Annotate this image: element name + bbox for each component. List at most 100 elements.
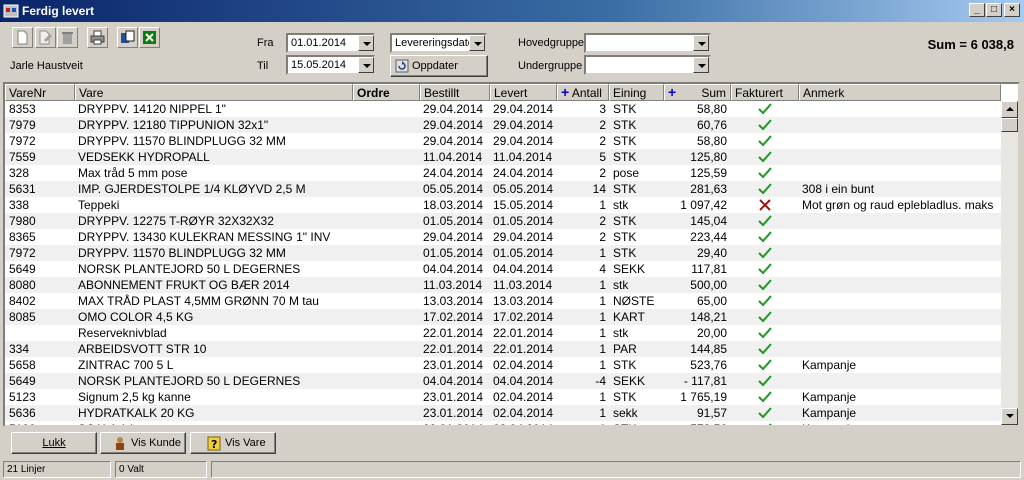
new-document-button[interactable]	[12, 27, 33, 48]
cell-ant: 1	[599, 278, 606, 292]
cell-lev: 29.04.2014	[493, 230, 554, 244]
til-dropdown-button[interactable]	[358, 57, 374, 73]
col-ordre[interactable]: Ordre	[353, 84, 420, 101]
close-button[interactable]: ×	[1004, 3, 1020, 17]
cell-nr: 338	[9, 198, 30, 212]
expand-plus-icon: +	[668, 84, 677, 100]
edit-document-button[interactable]	[35, 27, 56, 48]
table-row[interactable]: Reserveknivblad 22.01.2014 22.01.2014 1 stk 2…	[5, 325, 1001, 341]
col-sum[interactable]: + Sum	[664, 84, 731, 101]
delivered-items-table[interactable]: VareNr Vare Ordre Bestillt Levert + Anta…	[3, 82, 1020, 427]
vis-kunde-button[interactable]: Vis Kunde	[100, 432, 186, 454]
table-row[interactable]: 7979 DRYPPV. 12180 TIPPUNION 32x1" 29.04.2…	[5, 117, 1001, 133]
oppdater-button[interactable]: Oppdater	[390, 55, 488, 77]
col-varenr[interactable]: VareNr	[5, 84, 75, 101]
cell-sum: 60,76	[696, 118, 727, 132]
cell-ant: 1	[599, 294, 606, 308]
table-row[interactable]: 7980 DRYPPV. 12275 T-RØYR 32X32X32 01.05.2…	[5, 213, 1001, 229]
cell-sum: 29,40	[696, 246, 727, 260]
table-row[interactable]: 328 Max tråd 5 mm pose 24.04.2014 24.04.201…	[5, 165, 1001, 181]
lukk-button[interactable]: Lukk	[11, 432, 97, 454]
cell-vare: DRYPPV. 11570 BLINDPLUGG 32 MM	[78, 246, 286, 260]
cell-nr: 7559	[9, 150, 36, 164]
col-eining[interactable]: Eining	[609, 84, 664, 101]
cell-ant: 5	[599, 150, 606, 164]
cell-ein: stk	[613, 326, 629, 340]
checkmark-icon	[758, 375, 772, 387]
status-empty	[211, 461, 1021, 478]
table-row[interactable]: 7972 DRYPPV. 11570 BLINDPLUGG 32 MM 01.05.…	[5, 245, 1001, 261]
cell-vare: NORSK PLANTEJORD 50 L DEGERNES	[78, 374, 301, 388]
cell-lev: 22.01.2014	[493, 342, 554, 356]
cell-best: 22.01.2014	[423, 342, 484, 356]
cell-sum: 145,04	[690, 214, 727, 228]
edit-document-icon	[39, 30, 52, 45]
cell-vare: VEDSEKK HYDROPALL	[78, 150, 210, 164]
vis-vare-button[interactable]: ? Vis Vare	[190, 432, 276, 454]
hovedgruppe-select[interactable]	[584, 33, 711, 53]
cell-ein: PAR	[613, 342, 637, 356]
col-antall[interactable]: + Antall	[557, 84, 609, 101]
table-row[interactable]: 334 ARBEIDSVOTT STR 10 22.01.2014 22.01.201…	[5, 341, 1001, 357]
scroll-up-button[interactable]	[1001, 101, 1018, 118]
cell-best: 11.04.2014	[423, 150, 483, 164]
table-row[interactable]: 5631 IMP. GJERDESTOLPE 1/4 KLØYVD 2,5 M 05…	[5, 181, 1001, 197]
hovedgruppe-dropdown-button[interactable]	[693, 35, 709, 51]
oppdater-label: Oppdater	[412, 60, 458, 72]
table-header: VareNr Vare Ordre Bestillt Levert + Anta…	[5, 84, 1001, 101]
maximize-button[interactable]: □	[986, 3, 1002, 17]
cell-ein: stk	[613, 198, 629, 212]
undergruppe-dropdown-button[interactable]	[693, 57, 709, 73]
cell-nr: 8365	[9, 230, 36, 244]
cell-sum: - 117,81	[683, 374, 727, 388]
copy-button[interactable]	[117, 27, 138, 48]
table-row[interactable]: 5649 NORSK PLANTEJORD 50 L DEGERNES 04.04.…	[5, 261, 1001, 277]
table-row[interactable]: 8085 OMO COLOR 4,5 KG 17.02.2014 17.02.2014…	[5, 309, 1001, 325]
user-name: Jarle Haustveit	[10, 60, 83, 72]
cell-vare: DRYPPV. 11570 BLINDPLUGG 32 MM	[78, 134, 286, 148]
col-bestillt[interactable]: Bestillt	[420, 84, 490, 101]
table-row[interactable]: 5658 ZINTRAC 700 5 L 23.01.2014 02.04.2014 1…	[5, 357, 1001, 373]
scroll-down-button[interactable]	[1001, 408, 1018, 425]
table-row[interactable]: 8365 DRYPPV. 13430 KULEKRAN MESSING 1" IN…	[5, 229, 1001, 245]
table-row[interactable]: 5123 Signum 2,5 kg kanne 23.01.2014 02.04.2…	[5, 389, 1001, 405]
table-row[interactable]: 338 Teppeki 18.03.2014 15.05.2014 1 stk 1 097,…	[5, 197, 1001, 213]
cell-lev: 04.04.2014	[493, 262, 554, 276]
table-row[interactable]: 8080 ABONNEMENT FRUKT OG BÆR 2014 11.03.20…	[5, 277, 1001, 293]
cell-ein: STK	[613, 230, 637, 244]
cell-ein: STK	[613, 214, 637, 228]
table-row[interactable]: 8402 MAX TRÅD PLAST 4,5MM GRØNN 70 M tau 1…	[5, 293, 1001, 309]
vertical-scrollbar[interactable]	[1001, 101, 1018, 425]
undergruppe-select[interactable]	[584, 55, 711, 75]
export-excel-button[interactable]	[139, 27, 160, 48]
minimize-button[interactable]: _	[969, 3, 985, 17]
table-row[interactable]: 5636 HYDRATKALK 20 KG 23.01.2014 02.04.2014…	[5, 405, 1001, 421]
col-vare[interactable]: Vare	[75, 84, 353, 101]
status-line-count: 21 Linjer	[3, 461, 111, 478]
cell-vare: Teppeki	[78, 198, 120, 212]
cell-nr: 5123	[9, 390, 36, 404]
table-row[interactable]: 7972 DRYPPV. 11570 BLINDPLUGG 32 MM 29.04.…	[5, 133, 1001, 149]
cell-vare: DRYPPV. 13430 KULEKRAN MESSING 1" INV	[78, 230, 331, 244]
cell-vare: ABONNEMENT FRUKT OG BÆR 2014	[78, 278, 290, 292]
delete-button[interactable]	[57, 27, 78, 48]
fra-dropdown-button[interactable]	[358, 35, 374, 51]
cell-best: 23.01.2014	[423, 406, 484, 420]
expand-plus-icon: +	[561, 84, 570, 100]
cell-sum: 500,00	[690, 278, 727, 292]
cell-ein: STK	[613, 182, 637, 196]
cell-nr: 8080	[9, 278, 36, 292]
table-row[interactable]: 5130 SCALA 1 L 23.01.2014 02.04.2014 1 STK573…	[5, 421, 1001, 425]
table-row[interactable]: 7559 VEDSEKK HYDROPALL 11.04.2014 11.04.201…	[5, 149, 1001, 165]
col-fakturert[interactable]: Fakturert	[731, 84, 799, 101]
scroll-thumb[interactable]	[1001, 118, 1018, 132]
cell-sum: 65,00	[696, 294, 727, 308]
col-levert[interactable]: Levert	[490, 84, 557, 101]
col-anmerk[interactable]: Anmerk	[799, 84, 1001, 101]
cell-ant: 1	[599, 406, 606, 420]
print-button[interactable]	[87, 27, 108, 48]
cell-sum: 281,63	[690, 182, 727, 196]
table-row[interactable]: 8353 DRYPPV. 14120 NIPPEL 1" 29.04.2014 29.…	[5, 101, 1001, 117]
date-type-dropdown-button[interactable]	[469, 35, 485, 51]
table-row[interactable]: 5649 NORSK PLANTEJORD 50 L DEGERNES 04.04.…	[5, 373, 1001, 389]
